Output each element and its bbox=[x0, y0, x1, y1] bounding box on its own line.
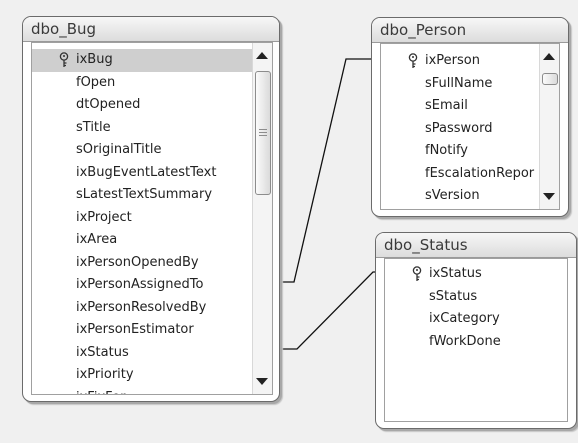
field-row[interactable]: ixStatus bbox=[32, 342, 253, 365]
field-name: fWorkDone bbox=[429, 333, 501, 349]
field-name: sStatus bbox=[429, 288, 478, 304]
field-row[interactable]: sFullName bbox=[381, 73, 540, 96]
field-name: sOriginalTitle bbox=[76, 142, 162, 157]
field-row[interactable]: ixCategory bbox=[385, 308, 567, 331]
field-row[interactable]: ixPriority bbox=[32, 364, 253, 387]
field-row[interactable]: ixPersonEstimator bbox=[32, 319, 253, 342]
field-row[interactable]: fWorkDone bbox=[385, 331, 567, 354]
field-row[interactable]: sPassword bbox=[381, 118, 540, 141]
table-status-title[interactable]: dbo_Status bbox=[376, 233, 576, 258]
table-status[interactable]: dbo_Status ixStatus sStatus ixCategory fWor… bbox=[375, 232, 577, 429]
field-name: sFullName bbox=[425, 75, 493, 91]
field-row[interactable]: fEscalationRepor bbox=[381, 163, 540, 186]
field-name: ixFixFor bbox=[76, 387, 125, 395]
field-name: ixPersonAssignedTo bbox=[76, 277, 204, 292]
field-row[interactable]: sStatus bbox=[385, 286, 567, 309]
scroll-up-arrow-icon[interactable] bbox=[543, 53, 555, 60]
table-bug-field-list[interactable]: ixBug fOpen dtOpened sTitle sOriginalTitle ix… bbox=[31, 42, 273, 395]
field-name: dtOpened bbox=[76, 97, 141, 112]
field-name: ixArea bbox=[76, 232, 118, 247]
field-row[interactable]: ixPerson bbox=[381, 50, 540, 73]
field-name: ixBug bbox=[76, 52, 113, 67]
field-name: fNotify bbox=[425, 143, 469, 158]
field-name: ixPersonEstimator bbox=[76, 322, 194, 337]
relationship-line-person[interactable] bbox=[279, 58, 371, 283]
field-row[interactable]: ixBugEventLatestText bbox=[32, 162, 253, 185]
field-row[interactable]: dtOpened bbox=[32, 94, 253, 117]
field-row[interactable]: sVersion bbox=[381, 185, 540, 208]
relationship-diagram-canvas: dbo_Bug ixBug fOpen dtOpened sTitle sOrigina… bbox=[0, 0, 578, 443]
table-person-title[interactable]: dbo_Person bbox=[372, 18, 568, 43]
field-row[interactable]: ixPersonResolvedBy bbox=[32, 297, 253, 320]
scroll-down-arrow-icon[interactable] bbox=[543, 193, 555, 200]
field-name: ixCategory bbox=[429, 311, 500, 326]
field-name: ixPersonResolvedBy bbox=[76, 299, 207, 315]
key-icon bbox=[411, 266, 423, 282]
field-name: ixProject bbox=[76, 209, 132, 225]
field-row[interactable]: ixArea bbox=[32, 229, 253, 252]
field-row[interactable]: sComputer bbox=[381, 208, 540, 210]
table-status-field-list[interactable]: ixStatus sStatus ixCategory fWorkDone bbox=[384, 258, 568, 422]
field-name: sTitle bbox=[76, 119, 111, 135]
field-name: sPassword bbox=[425, 120, 493, 136]
field-name: sComputer bbox=[425, 208, 496, 210]
table-bug[interactable]: dbo_Bug ixBug fOpen dtOpened sTitle sOrigina… bbox=[22, 16, 280, 402]
field-name: sEmail bbox=[425, 98, 468, 113]
field-row[interactable]: ixPersonAssignedTo bbox=[32, 274, 253, 297]
field-name: fEscalationRepor bbox=[425, 165, 535, 181]
table-bug-title[interactable]: dbo_Bug bbox=[23, 17, 279, 42]
key-icon bbox=[58, 52, 70, 68]
field-name: ixPersonOpenedBy bbox=[76, 254, 199, 270]
field-row[interactable]: fOpen bbox=[32, 72, 253, 95]
scroll-thumb[interactable] bbox=[255, 71, 271, 195]
field-row[interactable]: ixPersonOpenedBy bbox=[32, 252, 253, 275]
field-row[interactable]: sEmail bbox=[381, 95, 540, 118]
table-person-scrollbar[interactable] bbox=[539, 44, 559, 209]
grip-line bbox=[259, 135, 267, 136]
table-person-field-list[interactable]: ixPerson sFullName sEmail sPassword fNotify f… bbox=[380, 43, 560, 210]
grip-line bbox=[259, 129, 267, 130]
field-name: ixPerson bbox=[425, 53, 480, 68]
field-row[interactable]: sLatestTextSummary bbox=[32, 184, 253, 207]
field-name: fOpen bbox=[76, 74, 116, 90]
field-name: sLatestTextSummary bbox=[76, 187, 213, 202]
table-person[interactable]: dbo_Person ixPerson sFullName sEmail sPassw… bbox=[371, 17, 569, 217]
scroll-up-arrow-icon[interactable] bbox=[256, 52, 268, 59]
field-row[interactable]: ixProject bbox=[32, 207, 253, 230]
field-row[interactable]: ixFixFor bbox=[32, 387, 253, 395]
field-row[interactable]: ixBug bbox=[32, 49, 253, 72]
field-name: ixBugEventLatestText bbox=[76, 164, 217, 180]
field-row[interactable]: sOriginalTitle bbox=[32, 139, 253, 162]
field-name: ixStatus bbox=[429, 266, 482, 281]
table-bug-scrollbar[interactable] bbox=[252, 43, 272, 394]
scroll-thumb[interactable] bbox=[542, 73, 558, 85]
field-name: sVersion bbox=[425, 188, 480, 203]
field-name: ixPriority bbox=[76, 367, 134, 382]
field-row[interactable]: fNotify bbox=[381, 140, 540, 163]
field-row[interactable]: sTitle bbox=[32, 117, 253, 140]
key-icon bbox=[407, 53, 419, 69]
grip-line bbox=[259, 132, 267, 133]
scroll-down-arrow-icon[interactable] bbox=[256, 378, 268, 385]
field-name: ixStatus bbox=[76, 344, 129, 360]
field-row[interactable]: ixStatus bbox=[385, 263, 567, 286]
